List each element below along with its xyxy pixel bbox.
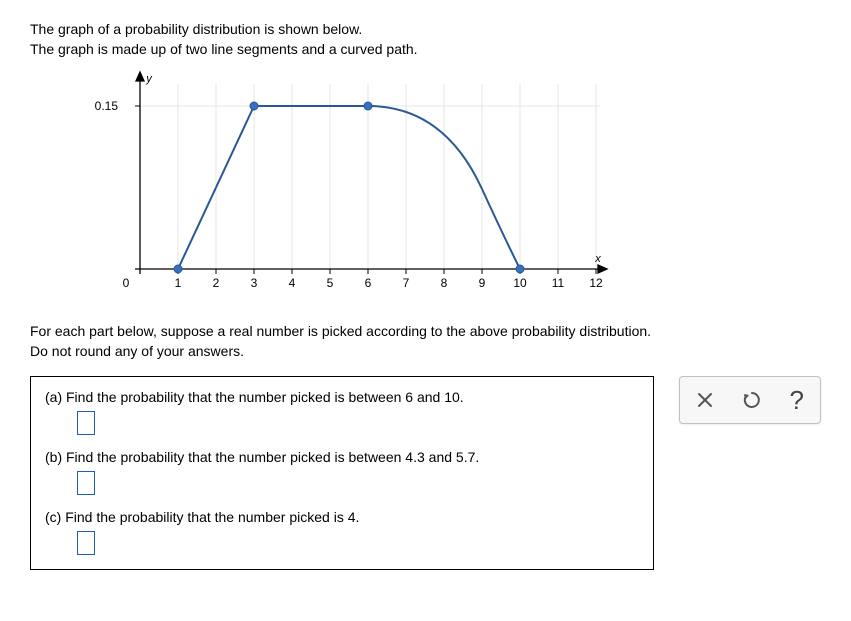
clear-button[interactable] [696,391,714,409]
x-tick-2: 2 [213,276,220,290]
x-tick-4: 4 [289,276,296,290]
axes [135,72,607,274]
question-a-text: (a) Find the probability that the number… [45,389,639,405]
x-tick-6: 6 [365,276,372,290]
x-tick-5: 5 [327,276,334,290]
data-path [178,106,520,269]
grid-lines [140,84,600,269]
instructions-text: For each part below, suppose a real numb… [30,322,821,361]
y-tick-015: 0.15 [95,99,119,113]
answer-a-input[interactable] [77,411,95,435]
x-tick-9: 9 [479,276,486,290]
undo-icon [742,390,762,410]
intro-text: The graph of a probability distribution … [30,20,821,59]
x-tick-10: 10 [513,276,527,290]
answer-b-input[interactable] [77,471,95,495]
x-tick-1: 1 [175,276,182,290]
axis-ticks [135,106,596,274]
question-a: (a) Find the probability that the number… [45,389,639,435]
reset-button[interactable] [742,390,762,410]
x-icon [696,391,714,409]
question-c-text: (c) Find the probability that the number… [45,509,639,525]
graph-svg: 0 1 2 3 4 5 6 7 8 9 10 11 12 0.15 y x [90,69,610,299]
x-tick-11: 11 [552,276,565,290]
help-button[interactable]: ? [790,387,804,413]
intro-line-1: The graph of a probability distribution … [30,20,821,40]
marked-points [174,102,524,273]
x-tick-0: 0 [123,276,130,290]
question-b-text: (b) Find the probability that the number… [45,449,639,465]
intro-line-2: The graph is made up of two line segment… [30,40,821,60]
probability-graph: 0 1 2 3 4 5 6 7 8 9 10 11 12 0.15 y x [90,69,821,302]
question-b: (b) Find the probability that the number… [45,449,639,495]
answer-c-input[interactable] [77,531,95,555]
help-icon: ? [790,387,804,413]
x-tick-12: 12 [589,276,603,290]
instructions-line-2: Do not round any of your answers. [30,342,821,362]
instructions-line-1: For each part below, suppose a real numb… [30,322,821,342]
x-tick-3: 3 [251,276,258,290]
x-tick-7: 7 [403,276,410,290]
x-axis-label: x [594,253,601,265]
y-axis-label: y [145,73,153,85]
x-tick-8: 8 [441,276,448,290]
question-c: (c) Find the probability that the number… [45,509,639,555]
questions-box: (a) Find the probability that the number… [30,376,654,570]
controls-panel: ? [679,376,821,424]
